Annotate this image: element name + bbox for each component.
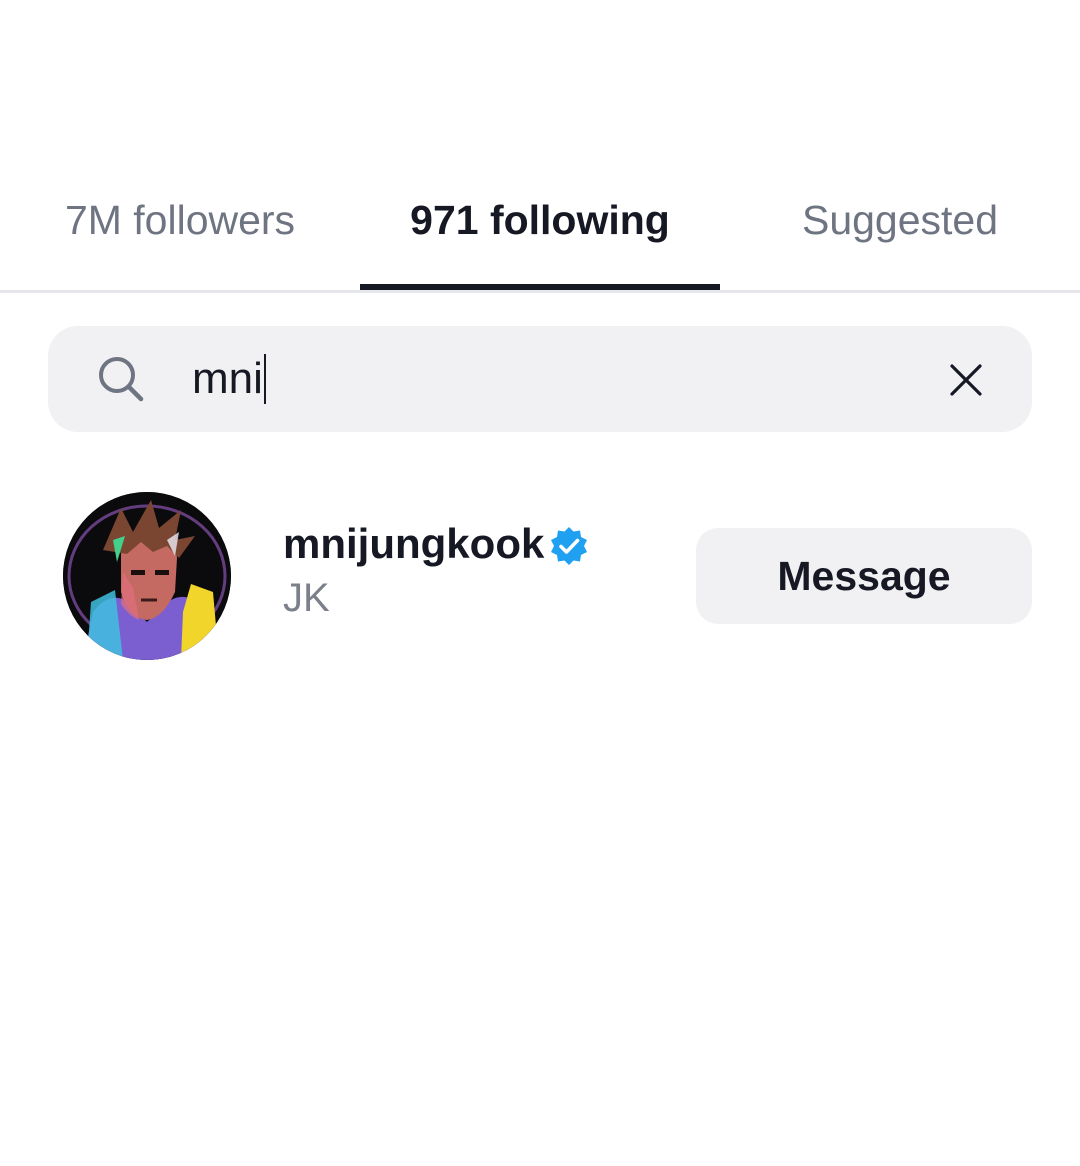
tab-following-label: 971 following bbox=[410, 196, 670, 243]
message-button[interactable]: Message bbox=[696, 528, 1032, 624]
display-name: JK bbox=[283, 576, 330, 620]
tab-following[interactable]: 971 following bbox=[360, 160, 720, 280]
search-icon bbox=[99, 357, 144, 402]
search-input[interactable]: mni bbox=[192, 346, 892, 412]
verified-badge-icon bbox=[551, 527, 587, 565]
message-button-label: Message bbox=[777, 552, 951, 599]
avatar-image bbox=[63, 492, 231, 660]
tab-bar: 7M followers 971 following Suggested bbox=[0, 160, 1080, 290]
avatar[interactable] bbox=[63, 492, 231, 660]
tab-suggested[interactable]: Suggested bbox=[720, 160, 1080, 280]
close-icon[interactable] bbox=[948, 362, 984, 398]
tabs-divider bbox=[0, 290, 1080, 293]
tab-followers-label: 7M followers bbox=[64, 196, 296, 243]
tab-followers[interactable]: 7M followers bbox=[0, 160, 360, 280]
following-list-screen: 7M followers 971 following Suggested mni bbox=[0, 0, 1080, 1166]
username[interactable]: mnijungkook bbox=[283, 520, 544, 568]
list-item[interactable]: mnijungkook JK Message bbox=[0, 480, 1080, 680]
tab-suggested-label: Suggested bbox=[801, 196, 999, 243]
search-input-value: mni bbox=[192, 354, 263, 403]
text-caret bbox=[263, 354, 266, 404]
